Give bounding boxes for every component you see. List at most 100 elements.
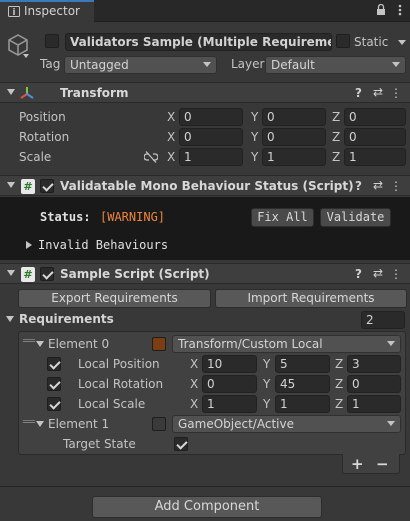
static-label: Static: [354, 35, 389, 49]
presets-icon[interactable]: ⇄: [373, 178, 383, 192]
rotation-z-field[interactable]: 0: [344, 128, 406, 146]
foldout-icon[interactable]: [7, 182, 15, 188]
axis-x-label: X: [190, 357, 199, 371]
component-enabled-checkbox[interactable]: [40, 179, 54, 193]
rotation-y-field[interactable]: 0: [262, 128, 326, 146]
position-y-field[interactable]: 0: [262, 108, 326, 126]
local-scale-label: Local Scale: [78, 397, 146, 411]
local-scale-x-field[interactable]: 1: [202, 395, 257, 413]
context-menu-icon[interactable]: ⋮: [390, 179, 402, 193]
axis-x-label: X: [190, 397, 199, 411]
transform-header[interactable]: Transform ? ⇄ ⋮: [0, 82, 410, 103]
invalid-behaviours-foldout[interactable]: Invalid Behaviours: [38, 238, 168, 252]
help-icon[interactable]: ?: [355, 179, 362, 193]
local-rotation-label: Local Rotation: [78, 377, 164, 391]
import-requirements-button[interactable]: Import Requirements: [215, 289, 407, 308]
validate-button[interactable]: Validate: [320, 208, 391, 227]
layer-value: Default: [271, 58, 315, 72]
local-rotation-checkbox[interactable]: [47, 377, 61, 391]
position-z-field[interactable]: 0: [344, 108, 406, 126]
axis-y-label: Y: [263, 397, 271, 411]
scale-label: Scale: [19, 150, 52, 164]
rotation-x-field[interactable]: 0: [179, 128, 243, 146]
gameobject-name-field[interactable]: Validators Sample (Multiple Requirements…: [65, 33, 332, 51]
component-title: Validatable Mono Behaviour Status (Scrip…: [60, 179, 354, 193]
scale-y-field[interactable]: 1: [262, 148, 326, 166]
requirements-label[interactable]: Requirements: [19, 312, 114, 326]
remove-element-button[interactable]: −: [376, 455, 389, 473]
layer-dropdown[interactable]: Default: [265, 56, 406, 74]
validator-header[interactable]: # Validatable Mono Behaviour Status (Scr…: [0, 175, 410, 196]
axis-y-label: Y: [251, 130, 259, 144]
axis-z-label: Z: [335, 397, 344, 411]
element1-color-swatch[interactable]: [152, 417, 166, 431]
layer-label: Layer: [231, 57, 265, 71]
presets-icon[interactable]: ⇄: [373, 85, 383, 99]
local-position-x-field[interactable]: 10: [202, 355, 257, 373]
local-position-z-field[interactable]: 3: [347, 355, 401, 373]
local-position-y-field[interactable]: 5: [275, 355, 330, 373]
element0-label[interactable]: Element 0: [48, 337, 109, 351]
static-checkbox[interactable]: [336, 34, 350, 48]
tab-inspector[interactable]: Inspector: [0, 0, 94, 23]
info-icon: [8, 6, 20, 17]
tag-value: Untagged: [70, 58, 129, 72]
export-requirements-button[interactable]: Export Requirements: [18, 289, 211, 308]
axis-z-label: Z: [332, 150, 341, 164]
drag-handle-icon[interactable]: ══: [23, 337, 35, 347]
unlink-icon[interactable]: [144, 151, 158, 163]
tag-dropdown[interactable]: Untagged: [64, 56, 217, 74]
local-scale-y-field[interactable]: 1: [275, 395, 330, 413]
axis-z-label: Z: [335, 377, 344, 391]
status-value: [WARNING]: [100, 210, 166, 224]
lock-icon[interactable]: [376, 3, 386, 19]
axis-z-label: Z: [332, 110, 341, 124]
sample-script-header[interactable]: # Sample Script (Script) ? ⇄ ⋮: [0, 263, 410, 284]
foldout-icon[interactable]: [26, 241, 32, 249]
element0-color-swatch[interactable]: [152, 337, 166, 351]
active-checkbox[interactable]: [45, 34, 59, 48]
local-position-checkbox[interactable]: [47, 357, 61, 371]
status-label: Status:: [40, 210, 91, 224]
axis-z-label: Z: [332, 130, 341, 144]
local-rotation-x-field[interactable]: 0: [202, 375, 257, 393]
local-scale-z-field[interactable]: 1: [347, 395, 401, 413]
help-icon[interactable]: ?: [355, 86, 362, 100]
scale-x-field[interactable]: 1: [179, 148, 243, 166]
static-dropdown-icon[interactable]: [398, 40, 406, 45]
axis-x-label: X: [167, 110, 176, 124]
tag-label: Tag: [40, 57, 61, 71]
fix-all-button[interactable]: Fix All: [251, 208, 314, 227]
foldout-icon[interactable]: [36, 341, 44, 347]
target-state-checkbox[interactable]: [174, 437, 188, 451]
axis-x-label: X: [167, 130, 176, 144]
component-enabled-checkbox[interactable]: [40, 267, 54, 281]
local-scale-checkbox[interactable]: [47, 397, 61, 411]
requirements-count-field[interactable]: 2: [361, 311, 405, 329]
position-x-field[interactable]: 0: [179, 108, 243, 126]
local-rotation-y-field[interactable]: 45: [275, 375, 330, 393]
icon-picker-caret-icon[interactable]: [23, 54, 29, 58]
position-label: Position: [19, 110, 66, 124]
tab-label: Inspector: [24, 4, 80, 18]
element0-type-dropdown[interactable]: Transform/Custom Local: [172, 335, 401, 353]
context-menu-icon[interactable]: ⋮: [390, 86, 402, 100]
menu-icon[interactable]: [398, 4, 402, 19]
presets-icon[interactable]: ⇄: [373, 266, 383, 280]
add-element-button[interactable]: +: [351, 455, 364, 473]
element1-label[interactable]: Element 1: [48, 417, 109, 431]
axis-y-label: Y: [251, 110, 259, 124]
element1-type-dropdown[interactable]: GameObject/Active: [172, 415, 401, 433]
foldout-icon[interactable]: [7, 89, 15, 95]
help-icon[interactable]: ?: [355, 267, 362, 281]
local-rotation-z-field[interactable]: 0: [347, 375, 401, 393]
add-component-button[interactable]: Add Component: [92, 496, 322, 518]
drag-handle-icon[interactable]: ══: [23, 418, 35, 428]
foldout-icon[interactable]: [6, 316, 14, 322]
context-menu-icon[interactable]: ⋮: [390, 267, 402, 281]
foldout-icon[interactable]: [7, 270, 15, 276]
component-title: Sample Script (Script): [60, 267, 210, 281]
foldout-icon[interactable]: [36, 421, 44, 427]
axis-y-label: Y: [263, 357, 271, 371]
scale-z-field[interactable]: 1: [344, 148, 406, 166]
